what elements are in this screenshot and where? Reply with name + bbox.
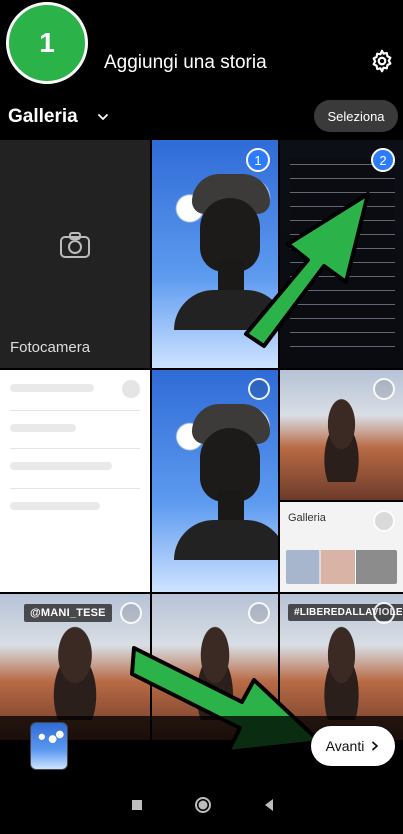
home-icon[interactable]: [192, 794, 214, 816]
ui-bar: [10, 424, 76, 432]
camera-tile[interactable]: Fotocamera: [0, 140, 150, 368]
select-circle[interactable]: [248, 378, 270, 400]
settings-icon[interactable]: [369, 48, 395, 74]
select-circle[interactable]: [120, 378, 142, 400]
overlay-label-mani-tese: @MANI_TESE: [24, 604, 112, 622]
media-item[interactable]: [152, 370, 278, 592]
system-navbar: [0, 776, 403, 834]
media-item[interactable]: [0, 370, 150, 592]
header: 1 Aggiungi una storia: [0, 0, 403, 90]
ui-bar: [10, 502, 100, 510]
back-icon[interactable]: [258, 794, 280, 816]
next-button[interactable]: Avanti: [311, 726, 395, 766]
guide-arrow-icon: [244, 192, 370, 348]
ui-line: [10, 488, 140, 489]
page-title: Aggiungi una storia: [104, 52, 267, 73]
camera-icon: [60, 231, 90, 258]
portrait-shoulder: [174, 520, 278, 560]
step-number: 1: [39, 27, 55, 58]
select-button[interactable]: Seleziona: [314, 100, 398, 132]
gallery-row: Galleria Seleziona: [0, 96, 403, 136]
app-root: 1 Aggiungi una storia Galleria Seleziona…: [0, 0, 403, 834]
ui-bar: [10, 462, 112, 470]
gallery-thumbs: [286, 550, 397, 584]
media-item[interactable]: Galleria: [280, 502, 403, 592]
select-circle[interactable]: [373, 510, 395, 532]
gallery-dropdown-label[interactable]: Galleria: [8, 106, 78, 128]
desert-portrait: [36, 620, 114, 720]
step-badge: 1: [6, 2, 88, 84]
recent-apps-icon[interactable]: [126, 794, 148, 816]
gallery-tile-title: Galleria: [288, 512, 326, 524]
chevron-right-icon: [372, 741, 379, 751]
camera-label: Fotocamera: [10, 339, 91, 356]
selected-thumbnail[interactable]: [30, 722, 68, 770]
media-item[interactable]: [280, 370, 403, 500]
desert-portrait: [309, 393, 374, 482]
next-button-label: Avanti: [325, 738, 365, 754]
select-circle[interactable]: [373, 378, 395, 400]
chevron-down-icon[interactable]: [97, 111, 109, 123]
ui-line: [10, 448, 140, 449]
ui-bar: [10, 384, 94, 392]
ui-line: [10, 410, 140, 411]
select-circle[interactable]: [373, 602, 395, 624]
